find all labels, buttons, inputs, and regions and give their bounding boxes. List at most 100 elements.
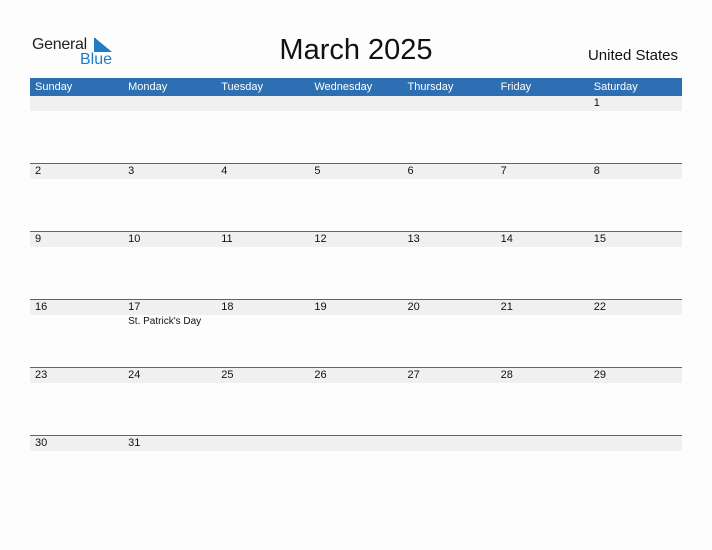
day-number: 14: [500, 233, 513, 245]
day-cell: [496, 436, 589, 451]
day-cell: 31: [123, 436, 216, 451]
day-number: [221, 96, 309, 111]
day-cell: 24: [123, 368, 216, 383]
day-cell: 8: [589, 164, 682, 179]
day-cell: 28: [496, 368, 589, 383]
day-number: 20: [407, 301, 420, 313]
day-number: 5: [314, 165, 321, 177]
day-number: 28: [500, 369, 513, 381]
day-number: [314, 436, 402, 451]
day-cell: [123, 96, 216, 111]
day-number: 6: [407, 165, 414, 177]
day-number: 19: [314, 301, 327, 313]
day-cell: 30: [30, 436, 123, 451]
day-cell: 10: [123, 232, 216, 247]
day-cell: 16: [30, 300, 123, 328]
day-number: [408, 96, 496, 111]
weekday-friday: Friday: [500, 81, 532, 93]
day-cell: 19: [309, 300, 402, 328]
day-cell: [403, 96, 496, 111]
day-number: 24: [128, 369, 141, 381]
day-number: 4: [221, 165, 228, 177]
day-cell: 4: [216, 164, 309, 179]
day-number: 22: [593, 301, 606, 313]
day-number: 27: [407, 369, 420, 381]
weekday-header: Sunday Monday Tuesday Wednesday Thursday…: [30, 78, 682, 96]
day-number: [408, 436, 496, 451]
day-number: 7: [500, 165, 507, 177]
day-cell: 27: [403, 368, 496, 383]
day-cell: 20: [403, 300, 496, 328]
day-number: [35, 96, 123, 111]
day-number: 15: [593, 233, 606, 245]
day-cell: [309, 96, 402, 111]
day-number: 17: [128, 301, 141, 313]
day-cell: 7: [496, 164, 589, 179]
day-number: [128, 96, 216, 111]
day-number: [314, 96, 402, 111]
day-number: 1: [593, 97, 600, 109]
day-number: 9: [35, 233, 42, 245]
day-number: 2: [35, 165, 42, 177]
day-number: 12: [314, 233, 327, 245]
day-cell: 26: [309, 368, 402, 383]
day-cell: 22: [589, 300, 682, 328]
weekday-monday: Monday: [128, 81, 168, 93]
day-cell: [309, 436, 402, 451]
day-cell: [403, 436, 496, 451]
day-cell: [216, 96, 309, 111]
day-cell: 5: [309, 164, 402, 179]
day-cell: 23: [30, 368, 123, 383]
week-row: 2 3 4 5 6 7 8: [30, 163, 682, 231]
week-row: 9 10 11 12 13 14 15: [30, 231, 682, 299]
day-cell: 25: [216, 368, 309, 383]
weekday-saturday: Saturday: [593, 81, 638, 93]
day-cell: 29: [589, 368, 682, 383]
day-cell: 18: [216, 300, 309, 328]
day-number: 29: [593, 369, 606, 381]
day-number: 31: [128, 437, 141, 449]
day-cell: 13: [403, 232, 496, 247]
day-number: 10: [128, 233, 141, 245]
day-number: 30: [35, 437, 48, 449]
country-label: United States: [587, 47, 678, 64]
day-cell: 2: [30, 164, 123, 179]
day-cell: [30, 96, 123, 111]
day-number: 16: [35, 301, 48, 313]
day-cell: 11: [216, 232, 309, 247]
day-cell: 21: [496, 300, 589, 328]
day-cell: [496, 96, 589, 111]
day-number: 23: [35, 369, 48, 381]
day-number: 11: [221, 233, 233, 245]
week-row: 16 17 St. Patrick's Day 18 19 20 21 22: [30, 299, 682, 367]
day-cell: 15: [589, 232, 682, 247]
day-cell: 14: [496, 232, 589, 247]
calendar-grid: Sunday Monday Tuesday Wednesday Thursday…: [30, 78, 682, 503]
weekday-wednesday: Wednesday: [314, 81, 373, 93]
day-cell: 3: [123, 164, 216, 179]
day-cell: 17 St. Patrick's Day: [123, 300, 216, 328]
day-number: 3: [128, 165, 135, 177]
weekday-tuesday: Tuesday: [221, 81, 264, 93]
holiday-label: St. Patrick's Day: [128, 316, 202, 327]
day-cell: 1: [589, 96, 682, 111]
day-number: [501, 96, 589, 111]
weekday-sunday: Sunday: [35, 81, 73, 93]
day-number: 25: [221, 369, 234, 381]
week-row: 1: [30, 96, 682, 163]
day-number: [221, 436, 309, 451]
day-cell: [216, 436, 309, 451]
day-number: 13: [407, 233, 420, 245]
day-cell: [589, 436, 682, 451]
day-number: 21: [500, 301, 513, 313]
day-number: 18: [221, 301, 234, 313]
day-number: 8: [593, 165, 600, 177]
week-row: 30 31: [30, 435, 682, 503]
week-row: 23 24 25 26 27 28 29: [30, 367, 682, 435]
day-number: [594, 436, 682, 451]
day-cell: 9: [30, 232, 123, 247]
day-number: [501, 436, 589, 451]
day-cell: 12: [309, 232, 402, 247]
day-number: 26: [314, 369, 327, 381]
day-cell: 6: [403, 164, 496, 179]
